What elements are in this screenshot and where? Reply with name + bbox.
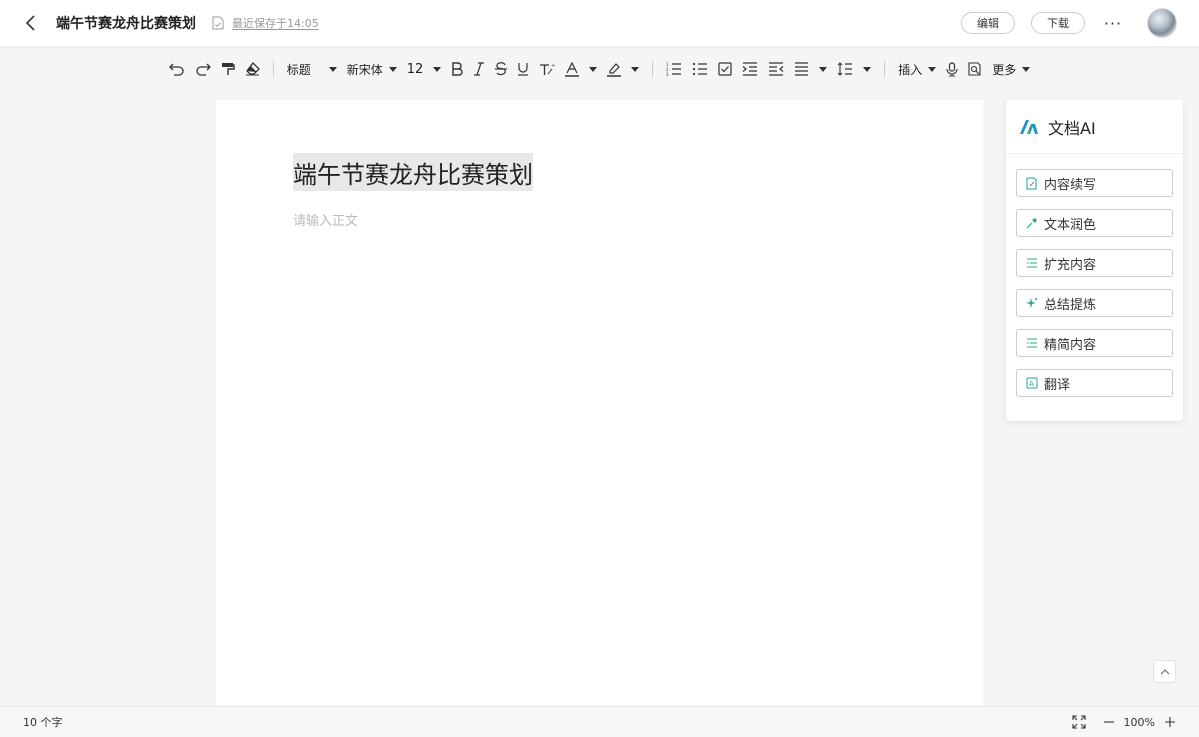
italic-icon[interactable] xyxy=(468,57,490,81)
font-family-dropdown[interactable]: 新宋体 xyxy=(342,57,402,81)
edit-button[interactable]: 编辑 xyxy=(961,12,1015,34)
font-color-dropdown[interactable] xyxy=(560,57,602,81)
align-dropdown[interactable] xyxy=(789,57,832,81)
translate-icon: A xyxy=(1026,377,1039,390)
superscript-icon[interactable]: + xyxy=(534,57,560,81)
bullet-list-icon[interactable] xyxy=(687,57,713,81)
condense-lines-icon xyxy=(1026,337,1039,350)
svg-text:3: 3 xyxy=(666,72,669,76)
more-options-icon[interactable]: ··· xyxy=(1101,14,1125,33)
toolbar-divider xyxy=(884,61,886,77)
indent-increase-icon[interactable] xyxy=(737,57,763,81)
chevron-down-icon xyxy=(1022,66,1031,72)
edit-doc-icon xyxy=(1026,177,1039,190)
format-painter-icon[interactable] xyxy=(216,57,240,81)
ai-continue-writing-button[interactable]: 内容续写 xyxy=(1016,169,1173,197)
svg-text:A: A xyxy=(1029,380,1034,388)
more-tools-dropdown[interactable]: 更多 xyxy=(987,57,1035,81)
insert-dropdown[interactable]: 插入 xyxy=(893,57,941,81)
eraser-icon[interactable] xyxy=(240,57,265,81)
chevron-up-icon xyxy=(1160,668,1169,674)
underline-icon[interactable] xyxy=(512,57,534,81)
ai-panel-title: 文档AI xyxy=(1048,118,1096,138)
back-icon[interactable] xyxy=(20,12,42,34)
document-ai-panel: 文档AI 内容续写 文本润色 扩充内容 总结提炼 精简内容 A 翻译 xyxy=(1006,100,1183,421)
zoom-out-icon[interactable] xyxy=(1103,717,1114,727)
ai-polish-button[interactable]: 文本润色 xyxy=(1016,209,1173,237)
chevron-down-icon xyxy=(819,66,828,72)
status-bar: 10 个字 100% xyxy=(0,706,1199,737)
chevron-down-icon xyxy=(328,66,337,72)
toolbar-divider xyxy=(652,61,654,77)
ai-translate-button[interactable]: A 翻译 xyxy=(1016,369,1173,397)
ai-logo-icon xyxy=(1020,119,1038,134)
body-placeholder[interactable]: 请输入正文 xyxy=(293,210,358,229)
expand-lines-icon xyxy=(1026,257,1039,270)
highlight-color-dropdown[interactable] xyxy=(602,57,644,81)
fullscreen-icon[interactable] xyxy=(1071,715,1086,729)
ai-panel-header: 文档AI xyxy=(1006,100,1183,154)
redo-icon[interactable] xyxy=(190,57,216,81)
avatar[interactable] xyxy=(1147,8,1177,38)
task-list-icon[interactable] xyxy=(713,57,737,81)
chevron-down-icon xyxy=(388,66,397,72)
bold-icon[interactable] xyxy=(446,57,468,81)
document-heading[interactable]: 端午节赛龙舟比赛策划 xyxy=(293,153,533,191)
saved-file-icon xyxy=(212,16,226,30)
font-size-dropdown[interactable]: 12 xyxy=(402,57,447,81)
strikethrough-icon[interactable] xyxy=(490,57,512,81)
chevron-down-icon xyxy=(863,66,872,72)
word-count: 10 个字 xyxy=(23,716,63,729)
find-in-document-icon[interactable] xyxy=(963,57,987,81)
brush-icon xyxy=(1026,217,1039,230)
zoom-level[interactable]: 100% xyxy=(1124,716,1155,729)
indent-decrease-icon[interactable] xyxy=(763,57,789,81)
ai-condense-button[interactable]: 精简内容 xyxy=(1016,329,1173,357)
undo-icon[interactable] xyxy=(164,57,190,81)
chevron-down-icon xyxy=(928,66,937,72)
line-spacing-dropdown[interactable] xyxy=(832,57,876,81)
zoom-in-icon[interactable] xyxy=(1165,717,1175,727)
sparkle-icon xyxy=(1026,297,1039,310)
ai-expand-button[interactable]: 扩充内容 xyxy=(1016,249,1173,277)
ordered-list-icon[interactable]: 123 xyxy=(661,57,687,81)
chevron-down-icon xyxy=(631,66,640,72)
chevron-down-icon xyxy=(589,66,598,72)
chevron-down-icon xyxy=(433,66,442,72)
scroll-to-top-button[interactable] xyxy=(1153,660,1176,683)
ai-summarize-button[interactable]: 总结提炼 xyxy=(1016,289,1173,317)
heading-dropdown[interactable]: 标题 xyxy=(282,57,342,81)
document-title: 端午节赛龙舟比赛策划 xyxy=(56,16,196,32)
app-header: 端午节赛龙舟比赛策划 最近保存于14:05 编辑 下载 ··· xyxy=(0,0,1199,46)
format-toolbar: 标题 新宋体 12 + 123 插入 更多 xyxy=(0,52,1199,86)
toolbar-divider xyxy=(272,61,274,77)
document-page[interactable]: 端午节赛龙舟比赛策划 请输入正文 xyxy=(216,100,983,706)
microphone-icon[interactable] xyxy=(941,57,963,81)
download-button[interactable]: 下载 xyxy=(1031,12,1085,34)
svg-text:+: + xyxy=(551,63,555,69)
save-status[interactable]: 最近保存于14:05 xyxy=(232,15,319,31)
